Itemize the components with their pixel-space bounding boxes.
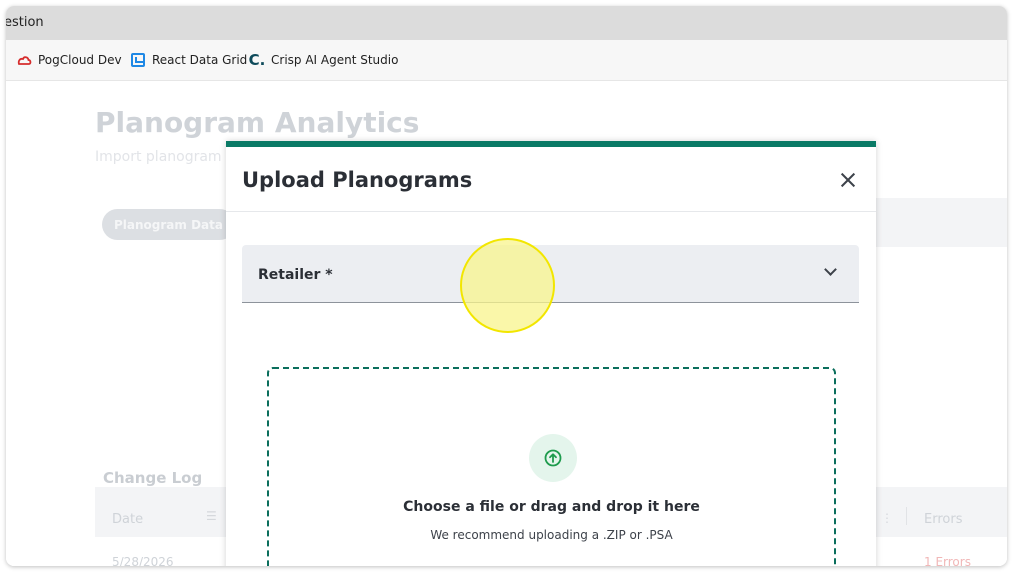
page-subtitle: Import planogram — [95, 149, 222, 165]
dropzone-hint: We recommend uploading a .ZIP or .PSA — [430, 528, 673, 542]
bookmark-label: PogCloud Dev — [38, 53, 122, 67]
cloud-icon — [16, 52, 32, 68]
bookmark-react-data-grid[interactable]: React Data Grid — [130, 52, 247, 68]
upload-icon — [529, 434, 577, 482]
bookmark-label: React Data Grid — [152, 53, 248, 67]
filter-icon[interactable]: ☰ — [206, 509, 217, 523]
upload-modal: Upload Planograms Retailer * Choose a fi… — [226, 141, 876, 566]
cursor-highlight — [460, 238, 555, 333]
row-date: 5/28/2026 — [112, 555, 174, 566]
bookmark-pogcloud-dev[interactable]: PogCloud Dev — [16, 52, 122, 68]
crisp-icon: C. — [248, 51, 266, 69]
react-data-grid-icon — [130, 52, 146, 68]
bookmark-crisp-ai-agent-studio[interactable]: C. Crisp AI Agent Studio — [248, 51, 399, 69]
column-date[interactable]: Date — [112, 512, 143, 527]
modal-title: Upload Planograms — [242, 168, 473, 192]
tab-planogram-data[interactable]: Planogram Data — [102, 209, 235, 240]
tab-title[interactable]: estion — [6, 15, 44, 30]
dropzone-title: Choose a file or drag and drop it here — [403, 499, 700, 515]
file-dropzone[interactable]: Choose a file or drag and drop it here W… — [267, 367, 836, 566]
retailer-label: Retailer * — [258, 267, 333, 283]
close-icon[interactable] — [838, 170, 858, 190]
column-menu-icon[interactable]: ⋮ — [881, 511, 893, 525]
page-title: Planogram Analytics — [95, 106, 420, 139]
chevron-down-icon — [824, 263, 837, 276]
bookmark-label: Crisp AI Agent Studio — [271, 53, 399, 67]
modal-header: Upload Planograms — [226, 147, 876, 212]
changelog-title: Change Log — [103, 469, 203, 487]
tab-bar: estion — [6, 6, 1007, 40]
toolbar-band — [866, 198, 1007, 247]
column-errors[interactable]: Errors — [924, 512, 962, 527]
bookmarks-bar: PogCloud Dev React Data Grid C. Crisp AI… — [6, 40, 1007, 81]
column-divider — [906, 507, 907, 525]
row-errors[interactable]: 1 Errors — [924, 555, 971, 566]
